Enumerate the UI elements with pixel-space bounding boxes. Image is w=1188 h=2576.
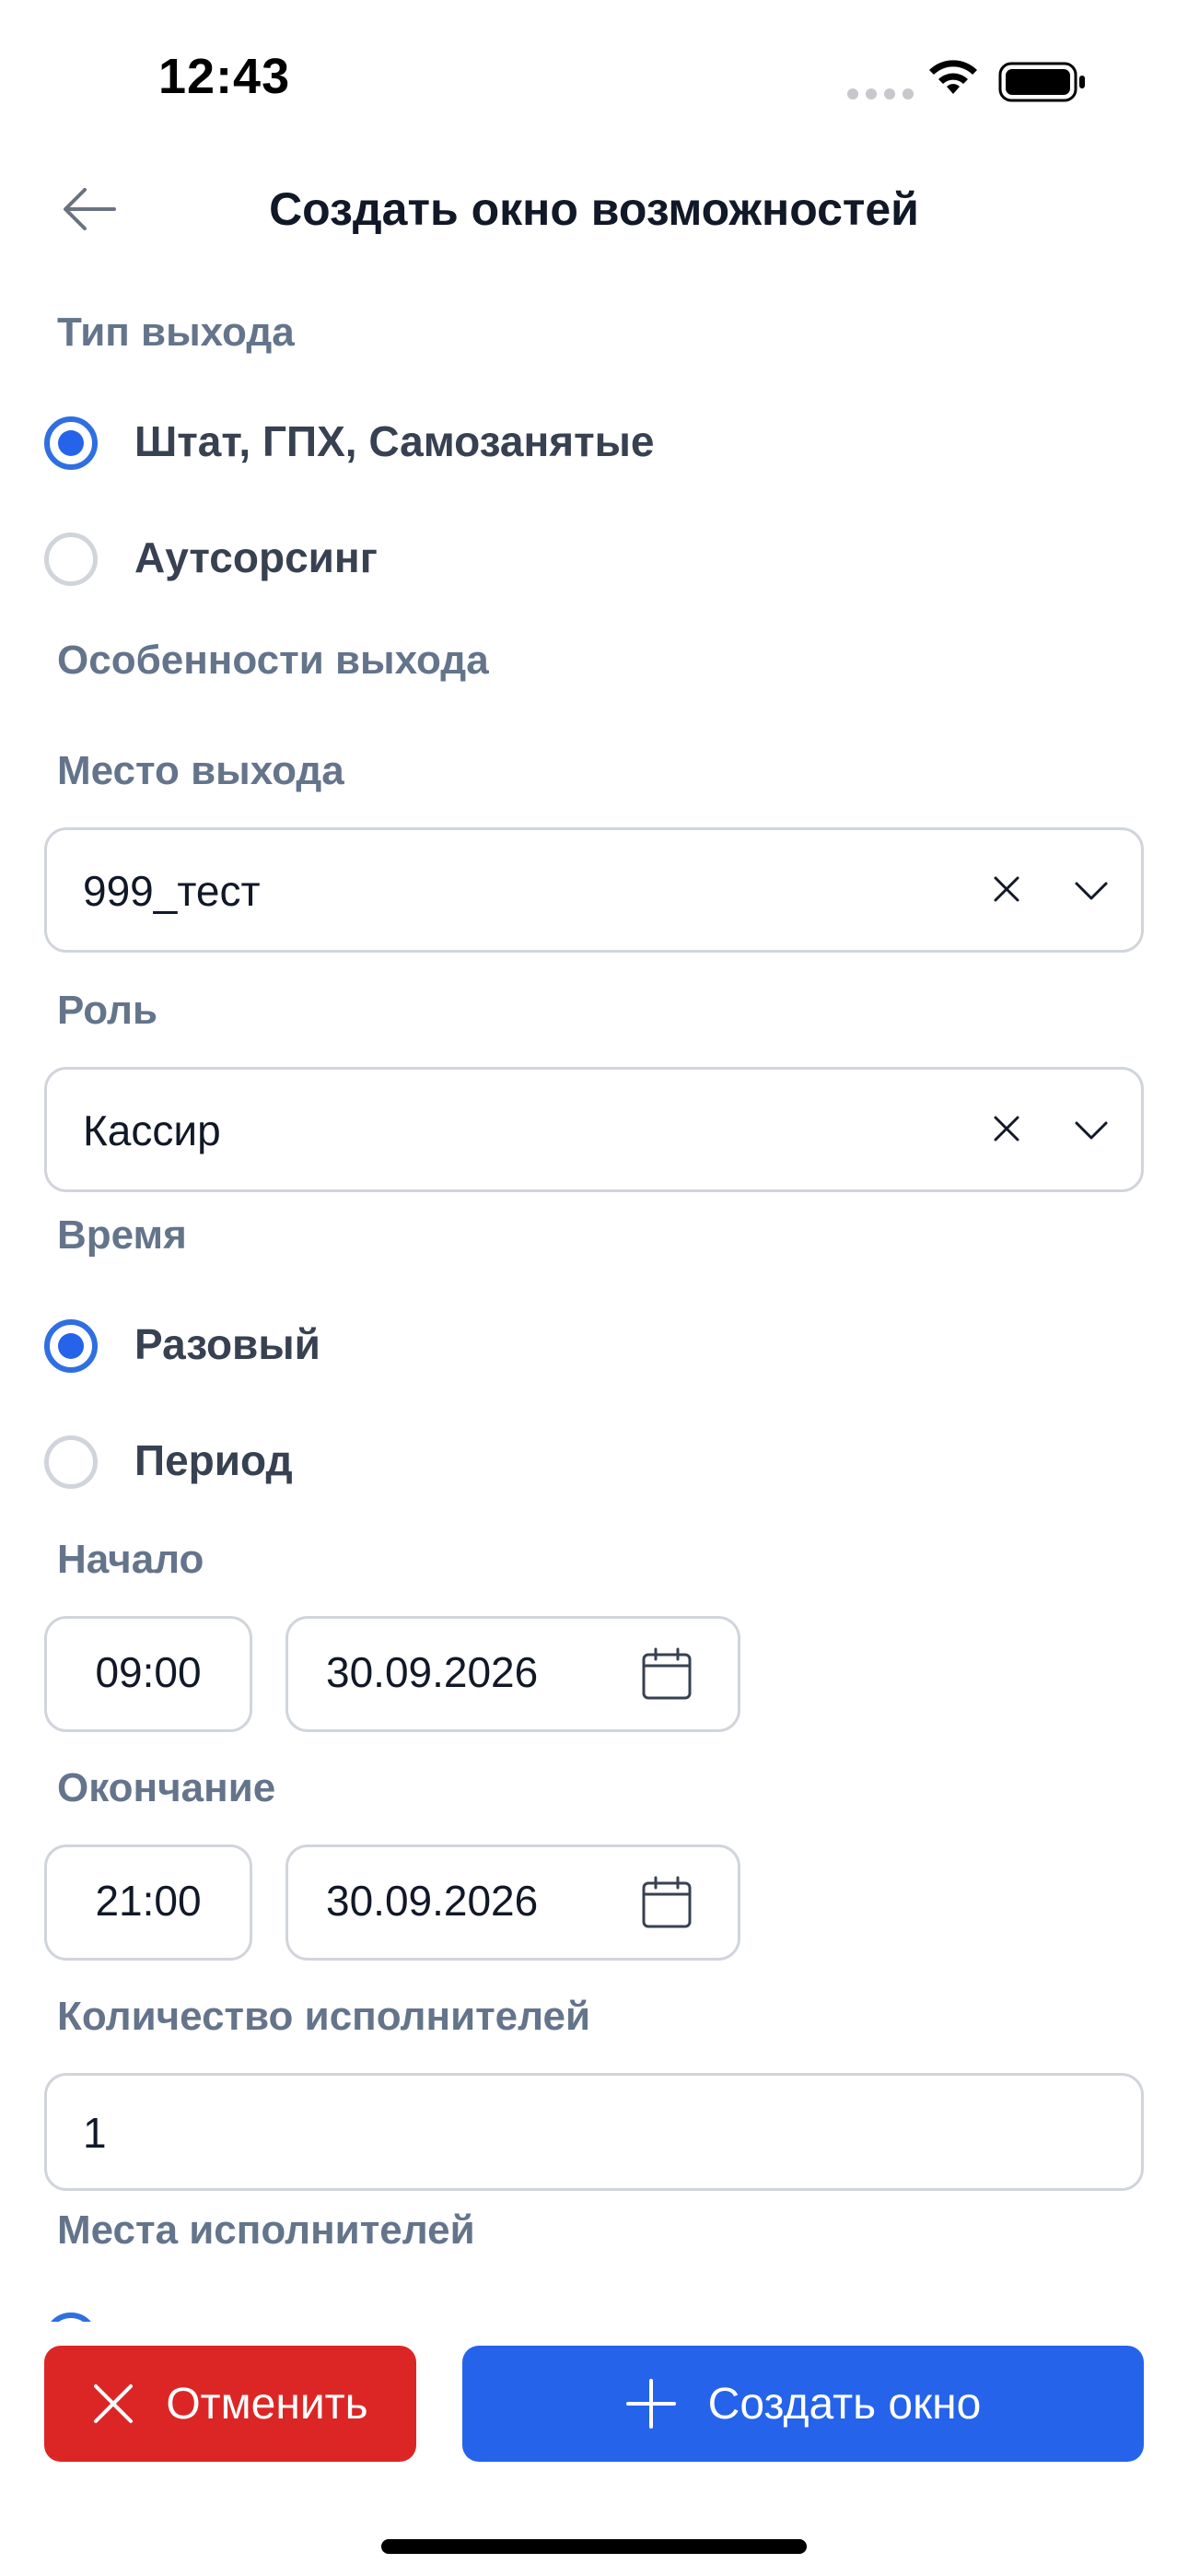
home-indicator: [381, 2539, 807, 2554]
create-window-button[interactable]: Создать окно: [462, 2346, 1144, 2462]
radio-from-this-place[interactable]: [44, 2313, 98, 2322]
calendar-icon[interactable]: [641, 1647, 693, 1701]
cancel-button[interactable]: Отменить: [44, 2346, 416, 2462]
calendar-icon[interactable]: [641, 1876, 693, 1929]
performers-count-value: 1: [83, 2109, 107, 2157]
exit-type-label: Тип выхода: [57, 310, 295, 355]
radio-outsourcing-label[interactable]: Аутсорсинг: [134, 533, 378, 582]
plus-icon: [625, 2379, 676, 2429]
page-title: Создать окно возможностей: [269, 183, 919, 235]
performer-places-label: Места исполнителей: [57, 2207, 475, 2253]
radio-one-time[interactable]: [44, 1319, 98, 1373]
start-date-value: 30.09.2026: [326, 1648, 539, 1696]
performer-places-option-clipped[interactable]: Из этого места: [0, 2303, 1188, 2322]
start-label: Начало: [57, 1537, 204, 1582]
performers-count-input[interactable]: [44, 2073, 1144, 2191]
wifi-icon: [929, 60, 977, 94]
chevron-down-icon[interactable]: [1074, 881, 1109, 901]
radio-period[interactable]: [44, 1435, 98, 1489]
clear-icon[interactable]: [993, 1115, 1020, 1142]
cancel-button-label: Отменить: [166, 2379, 368, 2429]
status-time: 12:43: [158, 49, 291, 104]
end-label: Окончание: [57, 1765, 276, 1810]
performers-count-label: Количество исполнителей: [57, 1994, 591, 2039]
exit-features-label: Особенности выхода: [57, 638, 489, 683]
time-label: Время: [57, 1212, 187, 1258]
end-date-value: 30.09.2026: [326, 1877, 539, 1925]
radio-staff-label[interactable]: Штат, ГПХ, Самозанятые: [134, 416, 655, 466]
radio-from-this-place-label[interactable]: Из этого места: [134, 2313, 444, 2322]
clear-icon[interactable]: [993, 875, 1020, 903]
radio-staff[interactable]: [44, 416, 98, 470]
end-time-value: 21:00: [95, 1877, 202, 1925]
cellular-signal-icon: [847, 88, 914, 100]
battery-icon: [998, 62, 1085, 102]
close-icon: [94, 2384, 134, 2423]
create-window-button-label: Создать окно: [707, 2379, 982, 2429]
location-label: Место выхода: [57, 748, 344, 793]
radio-period-label[interactable]: Период: [134, 1435, 293, 1485]
role-label: Роль: [57, 988, 158, 1033]
radio-one-time-label[interactable]: Разовый: [134, 1319, 320, 1369]
location-value: 999_тест: [83, 867, 261, 915]
chevron-down-icon[interactable]: [1074, 1120, 1109, 1141]
start-time-value: 09:00: [95, 1648, 202, 1696]
radio-outsourcing[interactable]: [44, 533, 98, 586]
role-value: Кассир: [83, 1107, 221, 1154]
